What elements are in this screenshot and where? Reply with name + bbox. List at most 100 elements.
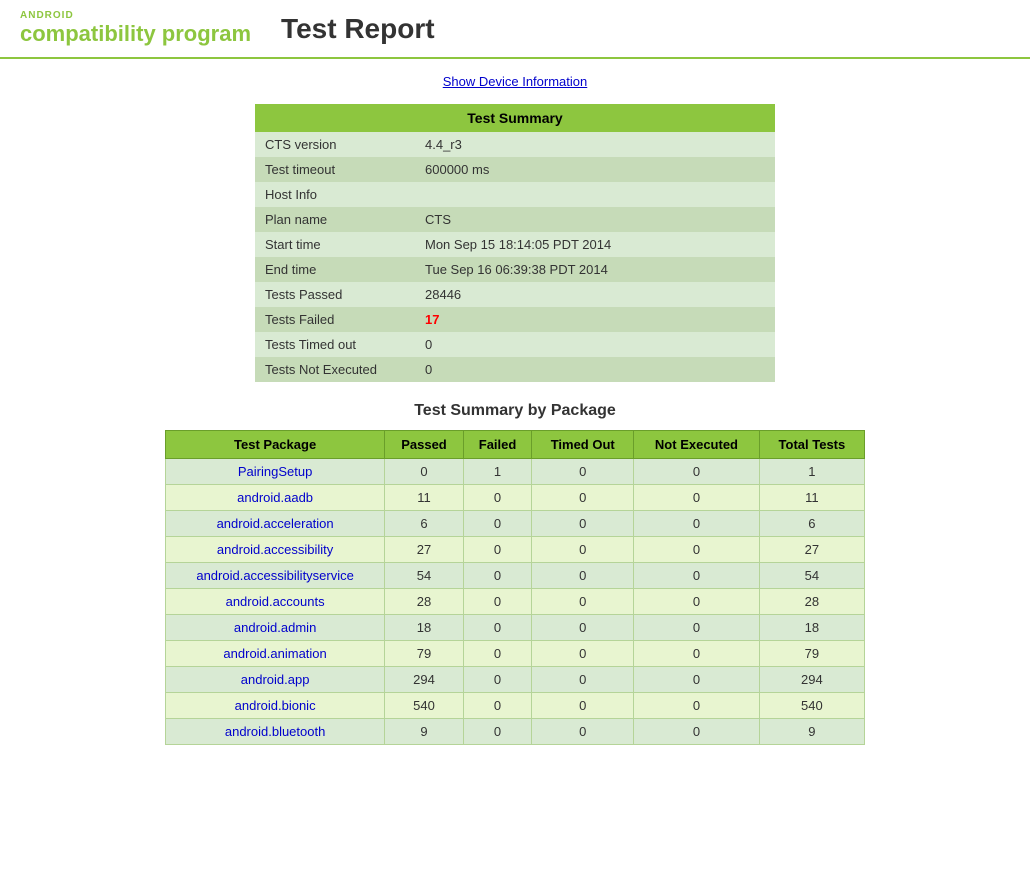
package-link[interactable]: android.aadb (237, 490, 313, 505)
pkg-failed: 0 (463, 511, 532, 537)
table-row: android.bionic540000540 (166, 693, 865, 719)
summary-label: Test timeout (255, 157, 415, 182)
package-link[interactable]: android.admin (234, 620, 316, 635)
pkg-notexecuted: 0 (634, 719, 760, 745)
table-row: PairingSetup01001 (166, 459, 865, 485)
pkg-notexecuted: 0 (634, 511, 760, 537)
pkg-failed: 0 (463, 589, 532, 615)
pkg-timedout: 0 (532, 615, 634, 641)
logo-android-text: android (20, 10, 251, 21)
pkg-passed: 28 (385, 589, 464, 615)
pkg-timedout: 0 (532, 641, 634, 667)
pkg-failed: 0 (463, 693, 532, 719)
pkg-notexecuted: 0 (634, 485, 760, 511)
logo: android compatibility program (20, 10, 251, 47)
summary-row: Test timeout600000 ms (255, 157, 775, 182)
package-name-cell: PairingSetup (166, 459, 385, 485)
summary-row: Plan nameCTS (255, 207, 775, 232)
package-name-cell: android.bluetooth (166, 719, 385, 745)
pkg-failed: 0 (463, 641, 532, 667)
summary-value: Tue Sep 16 06:39:38 PDT 2014 (415, 257, 775, 282)
package-link[interactable]: android.bluetooth (225, 724, 325, 739)
pkg-timedout: 0 (532, 563, 634, 589)
package-name-cell: android.accessibilityservice (166, 563, 385, 589)
pkg-passed: 79 (385, 641, 464, 667)
package-link[interactable]: android.acceleration (217, 516, 334, 531)
device-info-section: Show Device Information (20, 74, 1010, 89)
pkg-timedout: 0 (532, 485, 634, 511)
pkg-passed: 9 (385, 719, 464, 745)
table-row: android.accounts2800028 (166, 589, 865, 615)
pkg-timedout: 0 (532, 511, 634, 537)
package-table-container: Test PackagePassedFailedTimed OutNot Exe… (165, 430, 865, 745)
table-row: android.aadb1100011 (166, 485, 865, 511)
table-row: android.app294000294 (166, 667, 865, 693)
pkg-total: 54 (759, 563, 864, 589)
summary-row: Start timeMon Sep 15 18:14:05 PDT 2014 (255, 232, 775, 257)
summary-label: Tests Not Executed (255, 357, 415, 382)
summary-row: Tests Timed out0 (255, 332, 775, 357)
package-name-cell: android.app (166, 667, 385, 693)
package-name-cell: android.accessibility (166, 537, 385, 563)
summary-value: 0 (415, 332, 775, 357)
pkg-notexecuted: 0 (634, 641, 760, 667)
package-name-cell: android.bionic (166, 693, 385, 719)
pkg-passed: 540 (385, 693, 464, 719)
package-section-title: Test Summary by Package (20, 402, 1010, 420)
table-row: android.accessibilityservice5400054 (166, 563, 865, 589)
pkg-passed: 27 (385, 537, 464, 563)
package-link[interactable]: android.accessibilityservice (196, 568, 354, 583)
summary-row: CTS version4.4_r3 (255, 132, 775, 157)
pkg-failed: 0 (463, 537, 532, 563)
summary-label: Start time (255, 232, 415, 257)
summary-row: Host Info (255, 182, 775, 207)
table-row: android.acceleration60006 (166, 511, 865, 537)
pkg-total: 9 (759, 719, 864, 745)
package-link[interactable]: android.bionic (235, 698, 316, 713)
table-row: android.animation7900079 (166, 641, 865, 667)
pkg-timedout: 0 (532, 667, 634, 693)
test-summary-section: Test Summary CTS version4.4_r3Test timeo… (255, 104, 775, 382)
device-info-link[interactable]: Show Device Information (443, 74, 588, 89)
pkg-failed: 0 (463, 667, 532, 693)
pkg-failed: 0 (463, 615, 532, 641)
pkg-failed: 1 (463, 459, 532, 485)
logo-compat-text: compatibility program (20, 21, 251, 47)
pkg-total: 27 (759, 537, 864, 563)
summary-table: CTS version4.4_r3Test timeout600000 msHo… (255, 132, 775, 382)
table-row: android.admin1800018 (166, 615, 865, 641)
summary-value: 0 (415, 357, 775, 382)
summary-value: 17 (415, 307, 775, 332)
package-name-cell: android.accounts (166, 589, 385, 615)
package-link[interactable]: android.accounts (226, 594, 325, 609)
pkg-table-header: Failed (463, 431, 532, 459)
summary-row: End timeTue Sep 16 06:39:38 PDT 2014 (255, 257, 775, 282)
package-name-cell: android.aadb (166, 485, 385, 511)
summary-value (415, 182, 775, 207)
pkg-notexecuted: 0 (634, 537, 760, 563)
package-link[interactable]: android.animation (223, 646, 326, 661)
pkg-notexecuted: 0 (634, 667, 760, 693)
pkg-notexecuted: 0 (634, 563, 760, 589)
summary-label: Host Info (255, 182, 415, 207)
summary-value: 4.4_r3 (415, 132, 775, 157)
package-link[interactable]: android.accessibility (217, 542, 333, 557)
package-link[interactable]: PairingSetup (238, 464, 312, 479)
package-link[interactable]: android.app (241, 672, 310, 687)
pkg-total: 294 (759, 667, 864, 693)
summary-value: CTS (415, 207, 775, 232)
package-name-cell: android.animation (166, 641, 385, 667)
pkg-table-header: Test Package (166, 431, 385, 459)
pkg-total: 79 (759, 641, 864, 667)
page-title: Test Report (281, 13, 435, 45)
pkg-notexecuted: 0 (634, 589, 760, 615)
pkg-passed: 11 (385, 485, 464, 511)
pkg-failed: 0 (463, 563, 532, 589)
summary-value: 28446 (415, 282, 775, 307)
pkg-notexecuted: 0 (634, 693, 760, 719)
pkg-total: 18 (759, 615, 864, 641)
pkg-total: 11 (759, 485, 864, 511)
summary-row: Tests Passed28446 (255, 282, 775, 307)
pkg-timedout: 0 (532, 719, 634, 745)
summary-label: Tests Failed (255, 307, 415, 332)
